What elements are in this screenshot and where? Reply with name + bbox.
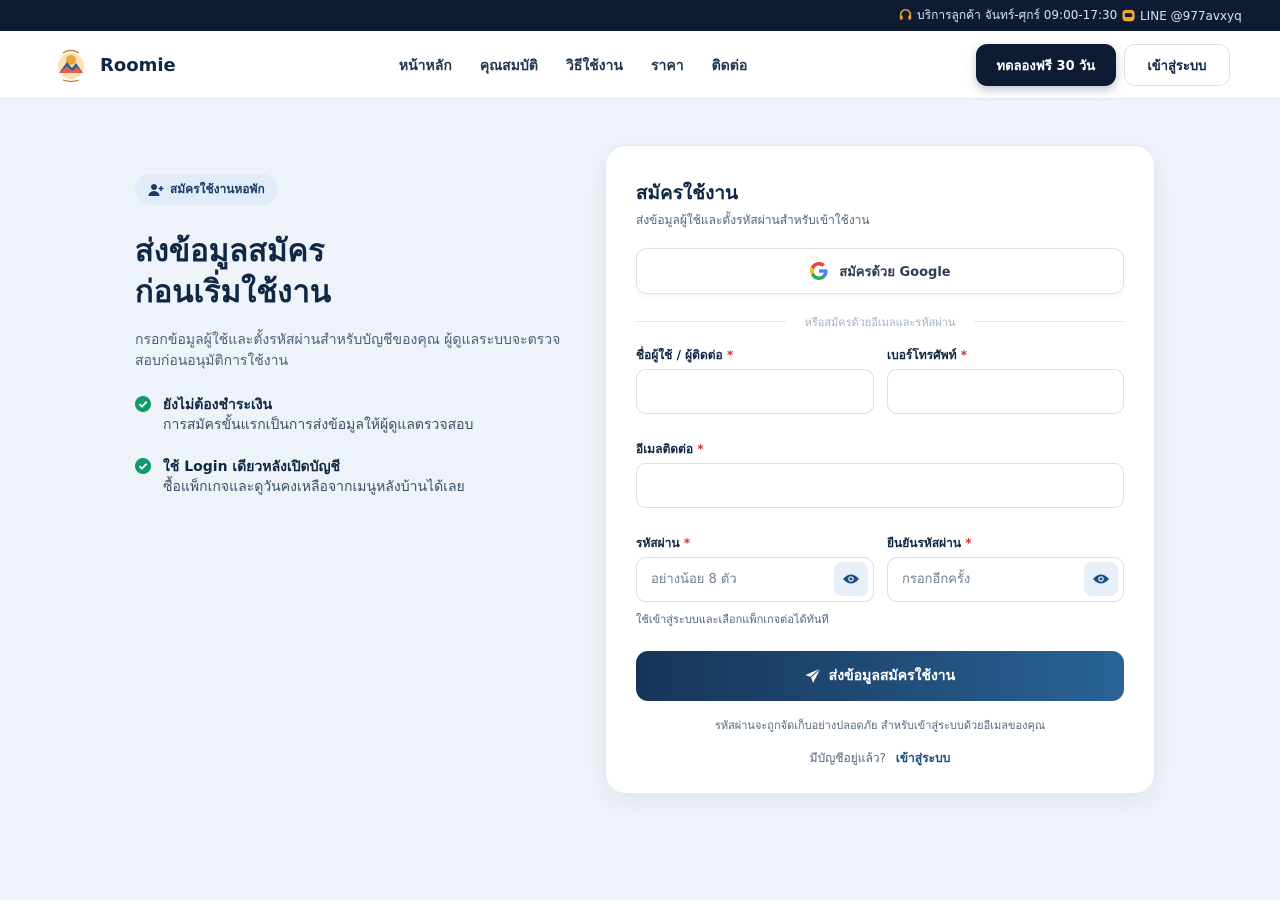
nav-link-features[interactable]: คุณสมบัติ [480,55,538,77]
hero-title-line-2: ก่อนเริ่มใช้งาน [135,274,332,310]
phone-label-text: เบอร์โทรศัพท์ [887,348,957,362]
support-hours: บริการลูกค้า จันทร์-ศุกร์ 09:00-17:30 [899,0,1117,31]
hero-description: กรอกข้อมูลผู้ใช้และตั้งรหัสผ่านสำหรับบัญ… [135,332,561,369]
brand-name: Roomie [100,55,176,76]
nav-link-contact[interactable]: ติดต่อ [712,55,748,77]
submit-signup-button[interactable]: ส่งข้อมูลสมัครใช้งาน [636,651,1124,701]
security-note: รหัสผ่านจะถูกจัดเก็บอย่างปลอดภัย สำหรับเ… [714,719,1046,732]
name-input[interactable] [636,369,874,414]
top-info-bar: บริการลูกค้า จันทร์-ศุกร์ 09:00-17:30 LI… [0,0,1280,31]
hero-title-line-1: ส่งข้อมูลสมัคร [135,233,326,269]
email-input[interactable] [636,463,1124,508]
roomie-logo-icon [58,49,84,83]
form-subtitle: ส่งข้อมูลผู้ใช้และตั้งรหัสผ่านสำหรับเข้า… [636,213,870,227]
login-button[interactable]: เข้าสู่ระบบ [1124,44,1230,86]
required-mark: * [726,348,734,362]
main-navbar: Roomie หน้าหลัก คุณสมบัติ วิธีใช้งาน ราค… [0,31,1280,99]
required-mark: * [965,536,972,550]
signup-card: สมัครใช้งาน ส่งข้อมูลผู้ใช้และตั้งรหัสผ่… [605,145,1155,794]
password-hint: ใช้เข้าสู่ระบบและเลือกแพ็กเกจต่อได้ทันที [636,613,829,626]
name-label: ชื่อผู้ใช้ / ผู้ติดต่อ * [636,346,733,365]
user-plus-icon [148,183,164,196]
or-divider: หรือสมัครด้วยอีเมลและรหัสผ่าน [636,313,1124,329]
feature-desc: การสมัครขั้นแรกเป็นการส่งข้อมูลให้ผู้ดูแ… [163,417,474,433]
password-label-text: รหัสผ่าน [636,536,680,550]
badge-text: สมัครใช้งานหอพัก [170,182,265,196]
toggle-password-visibility-button[interactable] [834,562,868,596]
eye-icon [1093,574,1109,584]
free-trial-button[interactable]: ทดลองฟรี 30 วัน [976,44,1116,86]
eye-icon [843,574,859,584]
google-icon [810,262,829,280]
google-signup-button[interactable]: สมัครด้วย Google [636,248,1124,294]
phone-input[interactable] [887,369,1124,414]
feature-desc: ซื้อแพ็กเกจและดูวันคงเหลือจากเมนูหลังบ้า… [163,479,465,495]
support-text: บริการลูกค้า จันทร์-ศุกร์ 09:00-17:30 [917,8,1118,22]
have-account-text: มีบัญชีอยู่แล้ว? [809,751,886,765]
google-button-label: สมัครด้วย Google [839,264,951,280]
toggle-confirm-visibility-button[interactable] [1084,562,1118,596]
email-label-text: อีเมลติดต่อ [636,442,694,456]
nav-links: หน้าหลัก คุณสมบัติ วิธีใช้งาน ราคา ติดต่… [399,55,747,77]
required-mark: * [683,536,691,550]
name-label-text: ชื่อผู้ใช้ / ผู้ติดต่อ [636,348,723,362]
check-circle-icon [135,396,151,412]
required-mark: * [697,442,704,456]
confirm-password-label: ยืนยันรหัสผ่าน * [887,534,972,553]
nav-link-home[interactable]: หน้าหลัก [399,55,452,77]
hero-title: ส่งข้อมูลสมัคร ก่อนเริ่มใช้งาน [135,231,555,313]
submit-button-label: ส่งข้อมูลสมัครใช้งาน [828,668,956,684]
headset-icon [899,9,912,20]
line-contact[interactable]: LINE @977avxyq [1122,0,1242,31]
feature-title: ใช้ Login เดียวหลังเปิดบัญชี [163,459,341,475]
line-chat-icon [1122,9,1135,22]
check-circle-icon [135,458,151,474]
confirm-label-text: ยืนยันรหัสผ่าน [887,536,962,550]
phone-label: เบอร์โทรศัพท์ * [887,346,967,365]
nav-link-how-to[interactable]: วิธีใช้งาน [566,55,623,77]
divider-line [974,321,1124,322]
login-link[interactable]: เข้าสู่ระบบ [896,751,951,765]
signup-badge: สมัครใช้งานหอพัก [135,174,278,205]
feature-title: ยังไม่ต้องชำระเงิน [163,397,273,413]
form-title: สมัครใช้งาน [636,182,739,204]
password-label: รหัสผ่าน * [636,534,690,553]
existing-account-row: มีบัญชีอยู่แล้ว? เข้าสู่ระบบ [636,749,1124,768]
divider-text: หรือสมัครด้วยอีเมลและรหัสผ่าน [804,316,956,329]
line-text: LINE @977avxyq [1140,8,1242,23]
required-mark: * [960,348,968,362]
paper-plane-icon [805,668,821,683]
email-label: อีเมลติดต่อ * [636,440,704,459]
nav-link-pricing[interactable]: ราคา [651,55,684,77]
